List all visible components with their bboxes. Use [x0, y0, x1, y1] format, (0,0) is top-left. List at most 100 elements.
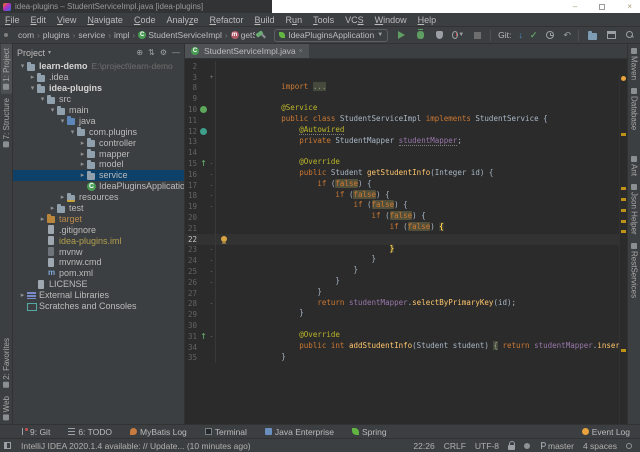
tool-window-button[interactable]: Web: [1, 392, 12, 424]
tree-row[interactable]: ▸ service: [13, 170, 184, 181]
tree-expand-arrow[interactable]: ▸: [78, 139, 87, 147]
tree-row[interactable]: ▸ target: [13, 213, 184, 224]
fold-marker[interactable]: [208, 234, 216, 245]
tool-window-button[interactable]: RestServices: [629, 239, 640, 302]
fold-marker[interactable]: -: [208, 299, 216, 310]
tree-expand-arrow[interactable]: ▸: [78, 171, 87, 179]
tree-expand-arrow[interactable]: ▸: [78, 150, 87, 158]
menu-item[interactable]: Window: [375, 15, 407, 25]
tool-window-toggle-icon[interactable]: [4, 442, 11, 449]
tool-window-button[interactable]: MyBatis Log: [130, 427, 187, 437]
tool-window-button[interactable]: Ant: [629, 152, 640, 180]
tree-row[interactable]: C IdeaPluginsApplication: [13, 181, 184, 192]
fold-marker[interactable]: [208, 309, 216, 320]
gutter-icon[interactable]: [199, 202, 208, 211]
fold-marker[interactable]: -: [208, 255, 216, 266]
fold-marker[interactable]: [208, 137, 216, 148]
tree-row[interactable]: .gitignore: [13, 224, 184, 235]
tree-row[interactable]: mvnw.cmd: [13, 257, 184, 268]
tree-row[interactable]: ▾ idea-plugins: [13, 83, 184, 94]
intention-bulb-icon[interactable]: [221, 236, 227, 242]
gutter-icon[interactable]: [199, 321, 208, 330]
tree-expand-arrow[interactable]: ▾: [58, 117, 67, 125]
event-log-button[interactable]: Event Log: [582, 427, 630, 437]
fold-marker[interactable]: [208, 353, 216, 364]
tool-window-button[interactable]: 2: Favorites: [1, 334, 12, 392]
close-button[interactable]: ×: [627, 2, 632, 11]
status-message[interactable]: IntelliJ IDEA 2020.1.4 available: // Upd…: [21, 441, 251, 451]
tree-expand-arrow[interactable]: ▸: [78, 160, 87, 168]
tree-expand-arrow[interactable]: ▾: [68, 128, 77, 136]
tool-window-button[interactable]: Spring: [352, 427, 387, 437]
line-ending-widget[interactable]: CRLF: [444, 441, 466, 451]
breadcrumb-item[interactable]: › m getStudentInfo: [222, 30, 255, 40]
menu-item[interactable]: Analyze: [166, 15, 198, 25]
fold-marker[interactable]: [208, 61, 216, 72]
gutter-icon[interactable]: [199, 83, 208, 92]
tree-row[interactable]: ▸ .idea: [13, 72, 184, 83]
expand-collapse-icon[interactable]: ⇅: [148, 48, 155, 57]
tree-expand-arrow[interactable]: ▾: [18, 62, 27, 70]
breadcrumb-item[interactable]: › impl: [105, 30, 129, 40]
fold-marker[interactable]: -: [208, 191, 216, 202]
breadcrumb-item[interactable]: › plugins: [34, 30, 70, 40]
fold-marker[interactable]: -: [208, 331, 216, 342]
tree-row[interactable]: LICENSE: [13, 279, 184, 290]
gutter-icon[interactable]: [199, 267, 208, 276]
tool-window-button[interactable]: Java Enterprise: [265, 427, 334, 437]
gutter-icon[interactable]: [199, 62, 208, 71]
tree-expand-arrow[interactable]: ▸: [18, 291, 27, 299]
settings-gear-icon[interactable]: ⚙: [160, 48, 167, 57]
chevron-down-icon[interactable]: ▾: [48, 49, 51, 56]
tree-expand-arrow[interactable]: ▾: [38, 95, 47, 103]
close-tab-icon[interactable]: ×: [299, 48, 303, 55]
inspection-profile-icon[interactable]: [524, 443, 530, 449]
settings-window-icon[interactable]: [605, 29, 617, 41]
lock-icon[interactable]: [508, 445, 515, 450]
tree-row[interactable]: ▸ mapper: [13, 148, 184, 159]
editor-scrollbar[interactable]: [619, 74, 627, 424]
gutter-icon[interactable]: [199, 191, 208, 200]
status-gear-icon[interactable]: [626, 443, 632, 449]
gutter-icon[interactable]: [199, 353, 208, 362]
tool-window-button[interactable]: 9: Git: [22, 427, 50, 437]
gutter-icon[interactable]: [199, 256, 208, 265]
inspections-indicator-icon[interactable]: [621, 76, 626, 81]
vcs-history-button[interactable]: [544, 29, 556, 41]
menu-item[interactable]: Tools: [313, 15, 334, 25]
maximize-button[interactable]: [599, 4, 605, 10]
tree-expand-arrow[interactable]: ▸: [38, 215, 47, 223]
stop-button[interactable]: [471, 29, 483, 41]
gutter-icon[interactable]: [199, 343, 208, 352]
menu-item[interactable]: Edit: [31, 15, 47, 25]
tree-row[interactable]: ▸ test: [13, 203, 184, 214]
tool-window-button[interactable]: 1: Project: [1, 44, 12, 94]
project-panel-title[interactable]: Project: [17, 48, 45, 58]
run-button[interactable]: [395, 29, 407, 41]
gutter-icon[interactable]: [199, 127, 208, 136]
vcs-update-button[interactable]: ↓: [518, 30, 523, 40]
tree-row[interactable]: ▸ controller: [13, 137, 184, 148]
fold-marker[interactable]: [208, 126, 216, 137]
breadcrumb-item[interactable]: › service: [70, 30, 106, 40]
profiler-button[interactable]: ▼: [452, 29, 464, 41]
tool-window-button[interactable]: Database: [629, 84, 640, 134]
menu-item[interactable]: Build: [255, 15, 275, 25]
fold-marker[interactable]: -: [208, 158, 216, 169]
gutter-icon[interactable]: [199, 278, 208, 287]
tree-row[interactable]: ▾ java: [13, 115, 184, 126]
fold-marker[interactable]: [208, 288, 216, 299]
fold-marker[interactable]: -: [208, 169, 216, 180]
fold-marker[interactable]: [208, 83, 216, 94]
gutter-icon[interactable]: [199, 332, 208, 341]
tool-window-button[interactable]: 7: Structure: [1, 94, 12, 151]
tree-row[interactable]: ▸ model: [13, 159, 184, 170]
tree-row[interactable]: ▾ learn-demo E:\project\learn-demo: [13, 61, 184, 72]
tree-expand-arrow[interactable]: ▸: [58, 193, 67, 201]
gutter-icon[interactable]: [199, 224, 208, 233]
gutter-icon[interactable]: [199, 105, 208, 114]
locate-icon[interactable]: ⊕: [136, 48, 143, 57]
encoding-widget[interactable]: UTF-8: [475, 441, 499, 451]
gutter-icon[interactable]: [199, 310, 208, 319]
fold-marker[interactable]: -: [208, 245, 216, 256]
